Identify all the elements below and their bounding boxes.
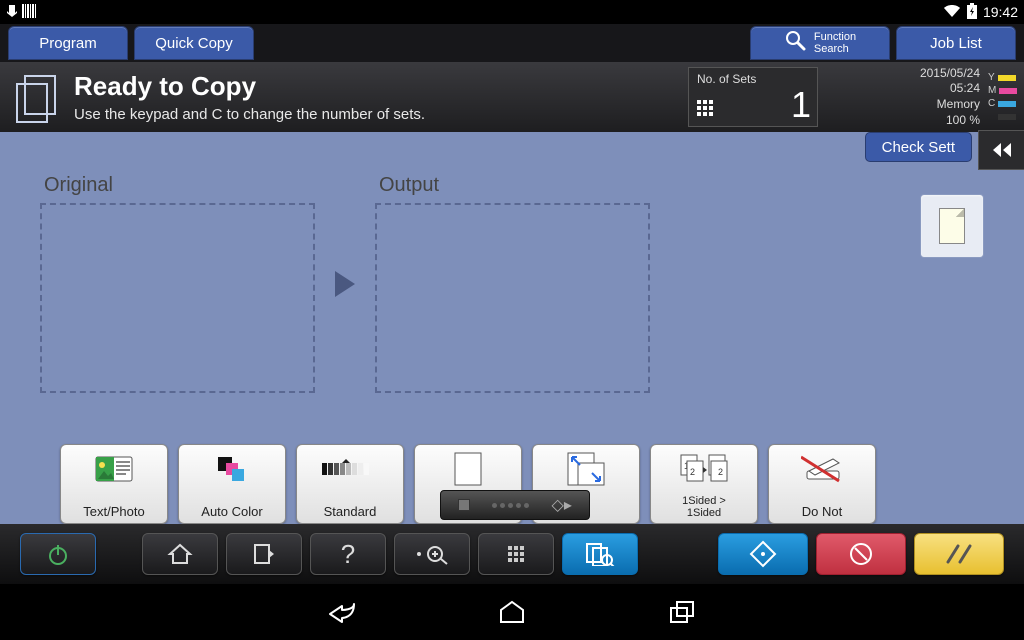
status-banner: Ready to Copy Use the keypad and C to ch…: [0, 62, 1024, 132]
output-preview[interactable]: [375, 203, 650, 393]
density-button[interactable]: Standard: [296, 444, 404, 524]
function-search-label: Function Search: [814, 31, 856, 55]
original-label: Original: [44, 174, 315, 197]
arrow-right-icon: [315, 174, 375, 394]
check-setting-button[interactable]: Check Sett: [865, 132, 972, 162]
toner-levels: Y M C K: [984, 67, 1024, 127]
original-type-button[interactable]: Text/Photo: [60, 444, 168, 524]
toner-k-bar: [998, 114, 1016, 120]
duplex-button[interactable]: 1212 1Sided > 1Sided: [650, 444, 758, 524]
duplex-icon: 1212: [679, 449, 729, 489]
check-row: Check Sett: [0, 132, 1024, 164]
strip-square-icon: [458, 499, 470, 511]
mfp-hardkey-bar: ?: [0, 524, 1024, 584]
strip-arrow-icon: ◇▸: [552, 495, 572, 515]
ready-title: Ready to Copy: [74, 71, 682, 102]
preview-area: Original Output: [0, 164, 1024, 404]
strip-dots-icon: [492, 503, 529, 508]
memory-label: Memory: [884, 97, 980, 113]
mfp-screen: Program Quick Copy Function Search Job L…: [0, 24, 1024, 584]
original-type-label: Text/Photo: [83, 505, 144, 519]
autocolor-icon: [214, 449, 250, 489]
download-icon: [6, 4, 18, 21]
search-icon: [784, 29, 806, 57]
status-left: [6, 4, 38, 21]
copy-icon: [6, 75, 66, 119]
status-right: 19:42: [943, 3, 1018, 22]
paper-icon: [453, 449, 483, 489]
reset-button[interactable]: [914, 533, 1004, 575]
finishing-button[interactable]: Do Not: [768, 444, 876, 524]
android-recent-button[interactable]: [667, 597, 697, 627]
ready-subtitle: Use the keypad and C to change the numbe…: [74, 106, 682, 123]
density-label: Standard: [324, 505, 377, 519]
collapse-panel-button[interactable]: [978, 130, 1024, 170]
memory-value: 100 %: [884, 113, 980, 129]
status-time: 19:42: [983, 4, 1018, 20]
battery-charging-icon: [967, 3, 977, 22]
output-thumbnail[interactable]: [920, 194, 984, 258]
original-preview[interactable]: [40, 203, 315, 393]
program-tab[interactable]: Program: [8, 26, 128, 60]
stapler-icon: [801, 449, 843, 489]
keypad-icon: [697, 100, 717, 120]
menu-button[interactable]: [226, 533, 302, 575]
android-home-button[interactable]: [497, 597, 527, 627]
finishing-label: Do Not: [802, 505, 842, 519]
textphoto-icon: [94, 449, 134, 489]
android-status-bar: 19:42: [0, 0, 1024, 24]
function-search-tab[interactable]: Function Search: [750, 26, 890, 60]
duplex-label: 1Sided > 1Sided: [682, 495, 726, 519]
time: 05:24: [884, 81, 980, 97]
barcode-icon: [22, 4, 38, 21]
android-nav-bar: [0, 584, 1024, 640]
toner-c-bar: [998, 101, 1016, 107]
toner-y-label: Y: [988, 71, 995, 84]
enlarge-button[interactable]: [394, 533, 470, 575]
job-list-tab[interactable]: Job List: [896, 26, 1016, 60]
power-button[interactable]: [20, 533, 96, 575]
sets-counter[interactable]: No. of Sets 1: [688, 67, 818, 127]
color-mode-label: Auto Color: [201, 505, 262, 519]
zoom-icon: [566, 449, 606, 489]
toner-y-bar: [998, 75, 1016, 81]
toner-m-label: M: [988, 84, 996, 97]
svg-text:2: 2: [690, 467, 695, 477]
start-button[interactable]: [718, 533, 808, 575]
stop-button[interactable]: [816, 533, 906, 575]
quick-copy-tab[interactable]: Quick Copy: [134, 26, 254, 60]
sets-value: 1: [791, 84, 809, 126]
svg-text:2: 2: [718, 467, 723, 477]
android-back-button[interactable]: [327, 597, 357, 627]
density-icon: [322, 449, 378, 489]
home-button[interactable]: [142, 533, 218, 575]
wifi-icon: [943, 4, 961, 21]
help-button[interactable]: ?: [310, 533, 386, 575]
output-label: Output: [379, 174, 650, 197]
toner-c-label: C: [988, 97, 995, 110]
date: 2015/05/24: [884, 66, 980, 82]
tenkey-button[interactable]: [478, 533, 554, 575]
color-mode-button[interactable]: Auto Color: [178, 444, 286, 524]
preview-button[interactable]: [562, 533, 638, 575]
top-tab-bar: Program Quick Copy Function Search Job L…: [0, 24, 1024, 62]
toner-m-bar: [999, 88, 1017, 94]
date-time-memory: 2015/05/24 05:24 Memory 100 %: [884, 66, 984, 128]
adjustment-strip[interactable]: ◇▸: [440, 490, 590, 520]
